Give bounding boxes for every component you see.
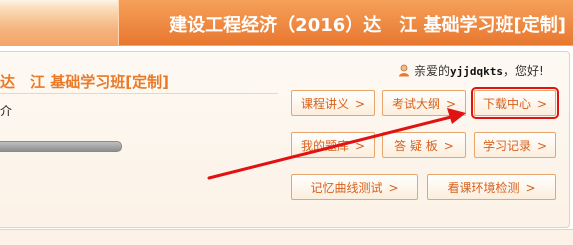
annotation-arrow bbox=[207, 108, 466, 180]
annotation-arrow-shaft bbox=[207, 114, 457, 180]
annotation-arrow-head bbox=[447, 108, 466, 124]
